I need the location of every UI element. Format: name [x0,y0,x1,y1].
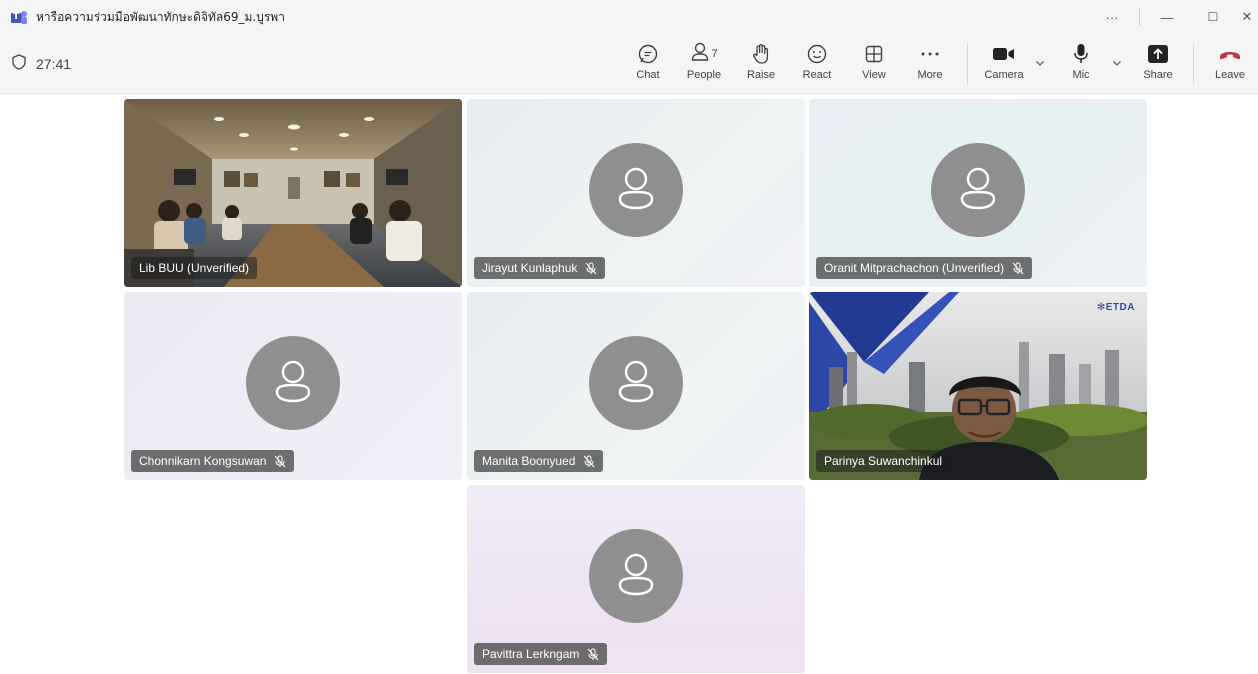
person-icon [272,359,314,408]
divider [967,44,968,84]
participant-name-tag: Manita Boonyued [474,450,604,472]
microphone-icon [1073,42,1089,66]
avatar [589,143,683,237]
avatar [589,529,683,623]
video-tile[interactable]: Oranit Mitprachachon (Unverified) [809,99,1147,287]
video-tile-active-speaker[interactable]: ✻ETDA Parinya Suwanchinkul [809,292,1147,480]
shield-icon [12,54,26,73]
share-icon [1147,42,1169,66]
video-tile[interactable]: Chonnikarn Kongsuwan [124,292,462,480]
camera-icon [992,42,1016,66]
share-button[interactable]: Share [1132,42,1184,81]
person-icon [615,166,657,215]
person-icon [615,552,657,601]
chat-icon [637,42,659,66]
video-tile[interactable]: Jirayut Kunlaphuk [467,99,805,287]
people-button[interactable]: 7 People [678,42,730,81]
hang-up-icon [1218,42,1242,66]
window-title: หารือความร่วมมือพัฒนาทักษะดิจิทัล69_ม.บู… [36,9,285,24]
video-tile[interactable]: Manita Boonyued [467,292,805,480]
participant-name-tag: Chonnikarn Kongsuwan [131,450,295,472]
mic-off-icon [583,455,595,468]
participant-name-tag: Jirayut Kunlaphuk [474,257,606,279]
meeting-toolbar: 27:41 Chat 7 People Raise React View Mor… [0,34,1258,94]
meeting-timer: 27:41 [12,54,71,73]
person-icon [615,359,657,408]
smiley-icon [806,42,828,66]
mic-off-icon [274,455,286,468]
title-bar: หารือความร่วมมือพัฒนาทักษะดิจิทัล69_ม.บู… [0,0,1258,34]
camera-button[interactable]: Camera [978,42,1030,81]
participant-count: 7 [711,48,718,60]
leave-button[interactable]: Leave [1204,42,1256,81]
person-icon [957,166,999,215]
camera-options-chevron-icon[interactable] [1034,56,1046,68]
close-window-button[interactable]: ✕ [1236,0,1258,34]
window-more-button[interactable]: ··· [1089,0,1135,34]
maximize-button[interactable]: ☐ [1190,0,1236,34]
grid-view-icon [864,42,884,66]
etda-mark-icon: ✻ [1096,302,1106,313]
video-tile[interactable]: Pavittra Lerkngam [467,485,805,673]
minimize-button[interactable]: — [1144,0,1190,34]
video-tile[interactable]: Lib BUU (Unverified) [124,99,462,287]
avatar [589,336,683,430]
chat-button[interactable]: Chat [622,42,674,81]
people-icon [690,41,710,68]
mic-button[interactable]: Mic [1055,42,1107,81]
raise-hand-button[interactable]: Raise [735,42,787,81]
teams-logo-icon [11,10,27,24]
divider [1193,44,1194,84]
participant-name-tag: Parinya Suwanchinkul [816,450,951,472]
participant-name-tag: Oranit Mitprachachon (Unverified) [816,257,1033,279]
participant-name-tag: Pavittra Lerkngam [474,643,608,665]
etda-logo: ✻ETDA [1096,302,1135,313]
view-button[interactable]: View [848,42,900,81]
more-dots-icon [920,42,940,66]
window-controls: ··· — ☐ ✕ [1089,0,1258,34]
hand-icon [751,42,771,66]
participant-name-tag: Lib BUU (Unverified) [131,257,258,279]
more-button[interactable]: More [904,42,956,81]
mic-off-icon [587,648,599,661]
timer-text: 27:41 [36,55,72,72]
avatar [246,336,340,430]
mic-options-chevron-icon[interactable] [1111,56,1123,68]
react-button[interactable]: React [791,42,843,81]
divider [1139,8,1140,26]
mic-off-icon [1012,262,1024,275]
avatar [931,143,1025,237]
mic-off-icon [585,262,597,275]
